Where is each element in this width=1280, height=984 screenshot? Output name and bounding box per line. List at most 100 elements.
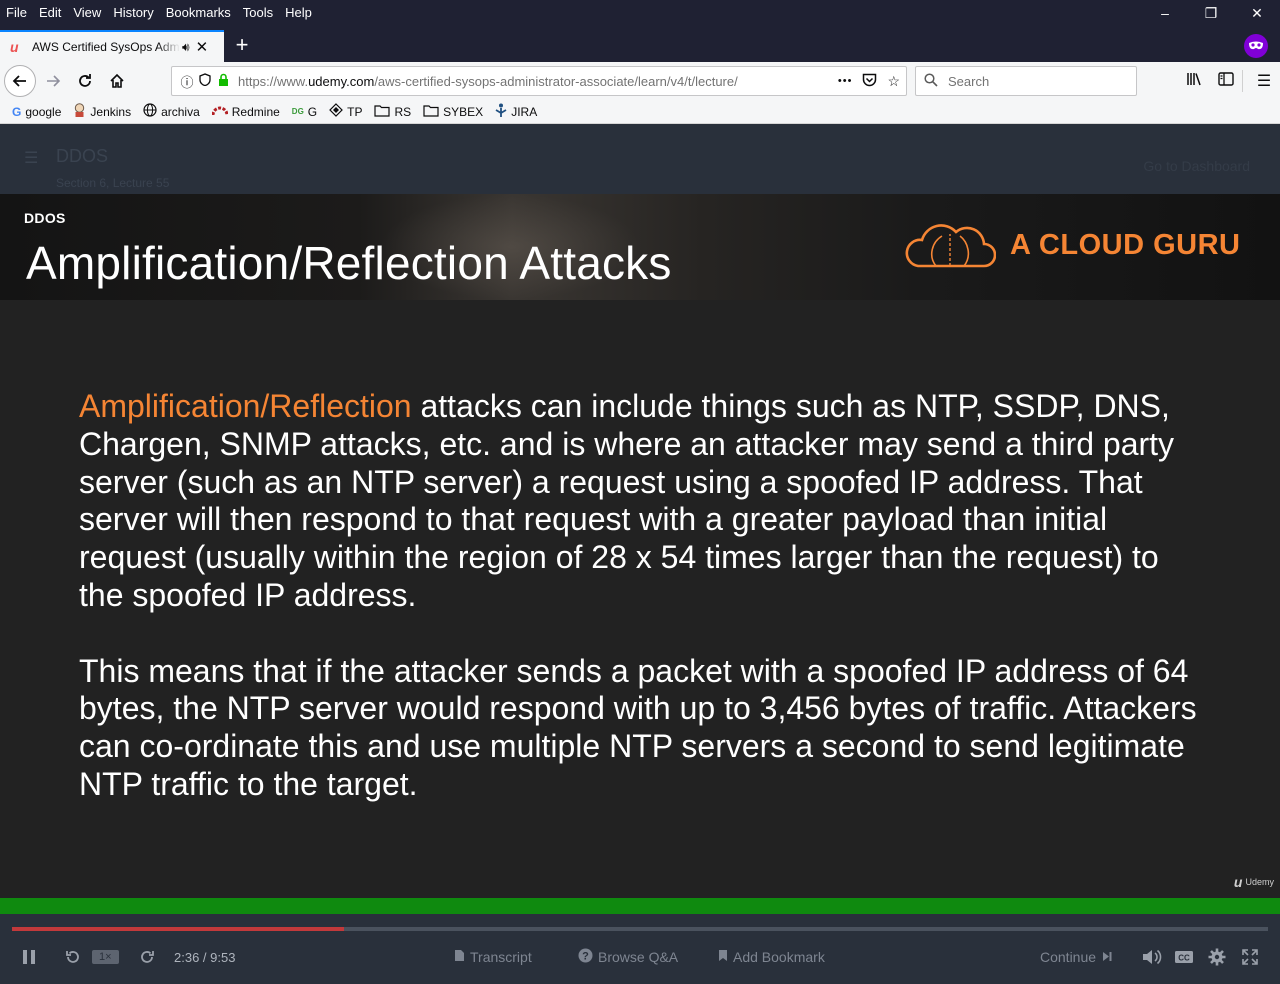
- restore-icon[interactable]: ❐: [1188, 0, 1234, 26]
- slide-paragraph-1: Amplification/Reflection attacks can inc…: [79, 388, 1175, 613]
- slide-paragraph-2: This means that if the attacker sends a …: [79, 652, 1197, 802]
- library-icon[interactable]: [1178, 72, 1210, 91]
- bookmark-jira[interactable]: JIRA: [495, 103, 537, 120]
- course-header: ☰ DDOS Section 6, Lecture 55 Go to Dashb…: [0, 124, 1280, 194]
- document-icon: [454, 949, 465, 965]
- menu-file[interactable]: File: [0, 3, 33, 23]
- menu-help[interactable]: Help: [279, 3, 318, 23]
- page-actions-icon[interactable]: •••: [838, 75, 853, 87]
- url-text: https://www.udemy.com/aws-certified-syso…: [238, 73, 738, 89]
- bookmark-sybex[interactable]: SYBEX: [423, 104, 483, 120]
- menu-tools[interactable]: Tools: [237, 3, 279, 23]
- lock-icon[interactable]: [214, 73, 232, 89]
- sidebar-icon[interactable]: [1210, 71, 1242, 91]
- home-button[interactable]: [102, 66, 132, 96]
- jira-icon: [495, 103, 507, 120]
- menu-bookmarks[interactable]: Bookmarks: [160, 3, 237, 23]
- bookmark-google[interactable]: G google: [12, 105, 61, 119]
- menu-edit[interactable]: Edit: [33, 3, 67, 23]
- tab-title: AWS Certified SysOps Administrator: [32, 40, 180, 54]
- search-icon: [924, 72, 942, 90]
- progress-bar[interactable]: [12, 927, 1268, 931]
- bookmark-icon: [718, 949, 728, 965]
- lecture-title: DDOS: [56, 146, 109, 166]
- forward-icon[interactable]: [140, 948, 156, 966]
- new-tab-button[interactable]: +: [232, 32, 252, 58]
- bookmark-jenkins[interactable]: Jenkins: [73, 103, 131, 120]
- search-placeholder: Search: [948, 73, 990, 89]
- speaker-icon[interactable]: 🔊︎: [182, 40, 190, 55]
- tracking-shield-icon[interactable]: [196, 73, 214, 89]
- globe-icon: [143, 103, 157, 120]
- reload-button[interactable]: [70, 66, 100, 96]
- google-icon: G: [12, 104, 22, 119]
- bookmark-tp[interactable]: TP: [329, 103, 362, 120]
- fullscreen-icon[interactable]: [1242, 948, 1258, 966]
- cloud-logo-icon: [905, 224, 996, 268]
- continue-button[interactable]: Continue: [1040, 948, 1112, 966]
- lecture-subtitle: Section 6, Lecture 55: [56, 176, 170, 190]
- pocket-icon[interactable]: [862, 73, 877, 90]
- highlight-term: Amplification/Reflection: [79, 388, 412, 424]
- udemy-favicon-icon: u: [10, 39, 19, 55]
- go-to-dashboard-link[interactable]: Go to Dashboard: [1143, 158, 1250, 174]
- question-icon: ?: [578, 948, 593, 966]
- minimize-icon[interactable]: –: [1142, 0, 1188, 26]
- closed-captions-icon[interactable]: CC: [1174, 948, 1194, 966]
- info-icon[interactable]: ⓘ: [178, 72, 196, 91]
- close-window-icon[interactable]: ✕: [1234, 0, 1280, 26]
- skip-next-icon: [1102, 949, 1112, 965]
- settings-gear-icon[interactable]: [1208, 948, 1226, 966]
- navigation-bar: ⓘ https://www.udemy.com/aws-certified-sy…: [0, 62, 1280, 100]
- forward-button[interactable]: [38, 66, 68, 96]
- player-controls: 1× 2:36 / 9:53 Transcript ? Browse Q&A A…: [0, 914, 1280, 984]
- add-bookmark-button[interactable]: Add Bookmark: [718, 948, 825, 966]
- browse-qa-button[interactable]: ? Browse Q&A: [578, 948, 678, 966]
- dg-icon: DG: [291, 107, 304, 116]
- a-cloud-guru-logo: A CLOUD GURU: [904, 220, 1240, 270]
- tab-close-icon[interactable]: ✕: [196, 38, 209, 56]
- playback-time: 2:36 / 9:53: [174, 949, 236, 965]
- progress-fill: [12, 927, 344, 931]
- url-bar[interactable]: ⓘ https://www.udemy.com/aws-certified-sy…: [171, 66, 907, 96]
- udemy-logo-icon: u: [1233, 874, 1243, 890]
- hamburger-menu-icon[interactable]: ☰: [1248, 71, 1280, 91]
- toolbar-right: ☰: [1178, 66, 1280, 96]
- bookmark-g[interactable]: DG G: [292, 105, 317, 119]
- back-button[interactable]: [4, 65, 36, 97]
- svg-text:CC: CC: [1178, 954, 1190, 963]
- redmine-icon: [211, 104, 229, 119]
- slide-banner: DDOS Amplification/Reflection Attacks A …: [0, 194, 1280, 300]
- bookmark-star-icon[interactable]: ☆: [887, 73, 900, 90]
- menu-history[interactable]: History: [107, 3, 159, 23]
- bookmark-archiva[interactable]: archiva: [143, 103, 200, 120]
- tab-aws-sysops[interactable]: u AWS Certified SysOps Administrator 🔊︎ …: [0, 30, 224, 62]
- playback-speed-button[interactable]: 1×: [92, 950, 119, 964]
- window-controls: – ❐ ✕: [1142, 0, 1280, 26]
- search-bar[interactable]: Search: [915, 66, 1137, 96]
- pause-icon[interactable]: [22, 948, 36, 966]
- udemy-watermark: u Udemy: [1233, 874, 1274, 890]
- transcript-button[interactable]: Transcript: [454, 948, 532, 966]
- video-bottom-strip: [0, 898, 1280, 914]
- bookmark-rs[interactable]: RS: [374, 104, 411, 120]
- slide-kicker: DDOS: [24, 210, 66, 226]
- menu-view[interactable]: View: [67, 3, 107, 23]
- folder-icon: [374, 104, 391, 120]
- private-browsing-icon: [1244, 34, 1268, 58]
- slide-body: Amplification/Reflection attacks can inc…: [79, 388, 1209, 804]
- jenkins-icon: [73, 103, 86, 120]
- folder-icon: [423, 104, 439, 120]
- slide-title: Amplification/Reflection Attacks: [26, 237, 672, 289]
- rewind-icon[interactable]: [64, 948, 80, 966]
- brand-name: A CLOUD GURU: [1010, 228, 1241, 261]
- curriculum-menu-icon[interactable]: ☰: [24, 148, 38, 168]
- tab-strip: u AWS Certified SysOps Administrator 🔊︎ …: [0, 26, 1280, 62]
- bookmark-redmine[interactable]: Redmine: [211, 104, 280, 119]
- diamond-icon: [329, 103, 343, 120]
- volume-icon[interactable]: [1142, 948, 1162, 966]
- bookmarks-bar: G google Jenkins archiva Redmine DG G TP…: [0, 100, 1280, 124]
- menu-bar: File Edit View History Bookmarks Tools H…: [0, 0, 1280, 26]
- video-slide[interactable]: DDOS Amplification/Reflection Attacks A …: [0, 194, 1280, 898]
- page-content: ☰ DDOS Section 6, Lecture 55 Go to Dashb…: [0, 124, 1280, 984]
